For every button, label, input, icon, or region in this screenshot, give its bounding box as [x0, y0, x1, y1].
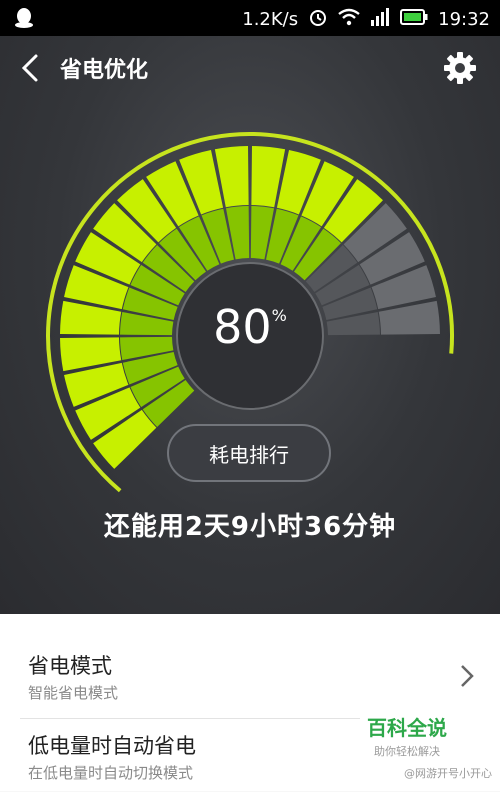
gear-icon [444, 52, 476, 84]
alarm-icon [308, 7, 328, 32]
power-usage-ranking-button[interactable]: 耗电排行 [167, 424, 331, 482]
signal-icon [370, 8, 390, 31]
back-arrow-icon [21, 54, 38, 82]
battery-percent: 80% [213, 300, 287, 354]
settings-button[interactable] [442, 50, 478, 86]
network-speed: 1.2K/s [242, 9, 299, 30]
battery-icon [400, 9, 428, 30]
remaining-time: 还能用2天9小时36分钟 [103, 512, 397, 542]
back-button[interactable] [16, 52, 48, 84]
list-item-subtitle: 在低电量时自动切换模式 [28, 764, 194, 782]
qq-icon [14, 7, 34, 34]
divider [20, 718, 360, 719]
chevron-right-icon [461, 665, 474, 687]
watermark-logo: 百科全说 助你轻松解决 [367, 716, 447, 758]
top-bar: 省电优化 [0, 36, 500, 100]
list-item-title: 低电量时自动省电 [28, 734, 196, 758]
clock: 19:32 [438, 9, 490, 30]
watermark-footer: @网游开号小开心 [404, 767, 492, 780]
list-item-power-saving-mode[interactable]: 省电模式 智能省电模式 [0, 636, 500, 716]
list-item-title: 省电模式 [28, 654, 112, 678]
wifi-icon [338, 8, 360, 31]
page-title: 省电优化 [60, 58, 149, 83]
status-bar: 1.2K/s 19:32 [0, 0, 500, 36]
list-item-subtitle: 智能省电模式 [28, 684, 119, 702]
battery-panel: 省电优化 80% 耗电排行 还能用2天9小时36分钟 [0, 36, 500, 614]
